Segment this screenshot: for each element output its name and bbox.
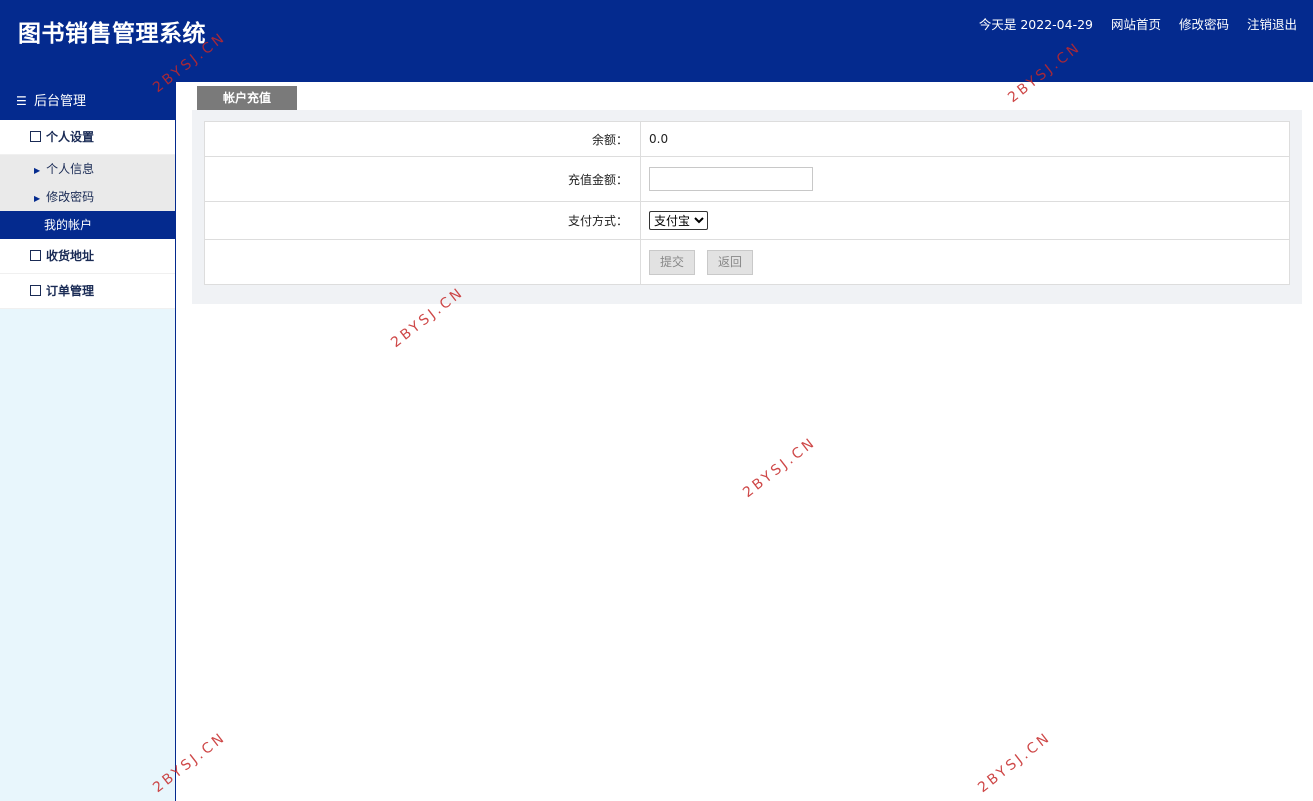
group-label: 个人设置 [46, 130, 95, 144]
sidebar-title: ☰ 后台管理 [0, 82, 175, 120]
item-label: 我的帐户 [44, 218, 93, 232]
balance-label: 余额： [204, 121, 641, 157]
logout-link[interactable]: 注销退出 [1247, 17, 1297, 32]
item-label: 个人信息 [46, 162, 95, 176]
sidebar-item-change-password[interactable]: ▶ 修改密码 [0, 183, 175, 211]
payment-cell: 支付宝 [640, 201, 1290, 240]
home-link[interactable]: 网站首页 [1111, 17, 1161, 32]
tab-account-recharge[interactable]: 帐户充值 [197, 86, 297, 110]
list-icon: ☰ [16, 94, 27, 108]
group-label: 收货地址 [46, 249, 95, 263]
row-actions: 提交 返回 [204, 239, 1290, 285]
group-label: 订单管理 [46, 284, 95, 298]
date-text: 今天是 2022-04-29 [978, 17, 1093, 32]
row-payment: 支付方式： 支付宝 [204, 201, 1290, 240]
sidebar-group-personal-settings[interactable]: 个人设置 [0, 120, 175, 155]
amount-label: 充值金额： [204, 156, 641, 202]
sidebar: ☰ 后台管理 个人设置 ▶ 个人信息 ▶ 修改密码 我的帐户 收货地址 订单管理 [0, 82, 176, 801]
payment-label: 支付方式： [204, 201, 641, 240]
recharge-form: 余额： 0.0 充值金额： 支付方式： 支付宝 提交 返回 [204, 121, 1290, 285]
caret-right-icon: ▶ [34, 166, 41, 175]
top-links: 今天是 2022-04-29 网站首页 修改密码 注销退出 [965, 14, 1297, 33]
item-label: 修改密码 [46, 190, 95, 204]
empty-cell [204, 239, 641, 285]
back-button[interactable]: 返回 [707, 249, 754, 275]
square-icon [30, 131, 41, 142]
sidebar-item-my-account[interactable]: 我的帐户 [0, 211, 175, 239]
sidebar-title-label: 后台管理 [34, 94, 87, 109]
sidebar-submenu: ▶ 个人信息 ▶ 修改密码 我的帐户 [0, 155, 175, 239]
amount-cell [640, 156, 1290, 202]
actions-cell: 提交 返回 [640, 239, 1290, 285]
square-icon [30, 285, 41, 296]
app-title: 图书销售管理系统 [18, 21, 206, 47]
balance-value: 0.0 [640, 121, 1290, 157]
sidebar-group-shipping-address[interactable]: 收货地址 [0, 239, 175, 274]
payment-select[interactable]: 支付宝 [649, 211, 708, 230]
sidebar-item-personal-info[interactable]: ▶ 个人信息 [0, 155, 175, 183]
change-password-link[interactable]: 修改密码 [1179, 17, 1229, 32]
sidebar-group-order-management[interactable]: 订单管理 [0, 274, 175, 309]
main-content: 帐户充值 余额： 0.0 充值金额： 支付方式： 支付宝 提交 返回 [176, 82, 1313, 801]
caret-right-icon: ▶ [34, 194, 41, 203]
row-balance: 余额： 0.0 [204, 121, 1290, 157]
row-amount: 充值金额： [204, 156, 1290, 202]
square-icon [30, 250, 41, 261]
header: 图书销售管理系统 今天是 2022-04-29 网站首页 修改密码 注销退出 [0, 0, 1313, 82]
form-panel: 余额： 0.0 充值金额： 支付方式： 支付宝 提交 返回 [192, 110, 1302, 304]
submit-button[interactable]: 提交 [649, 249, 696, 275]
amount-input[interactable] [649, 167, 813, 191]
